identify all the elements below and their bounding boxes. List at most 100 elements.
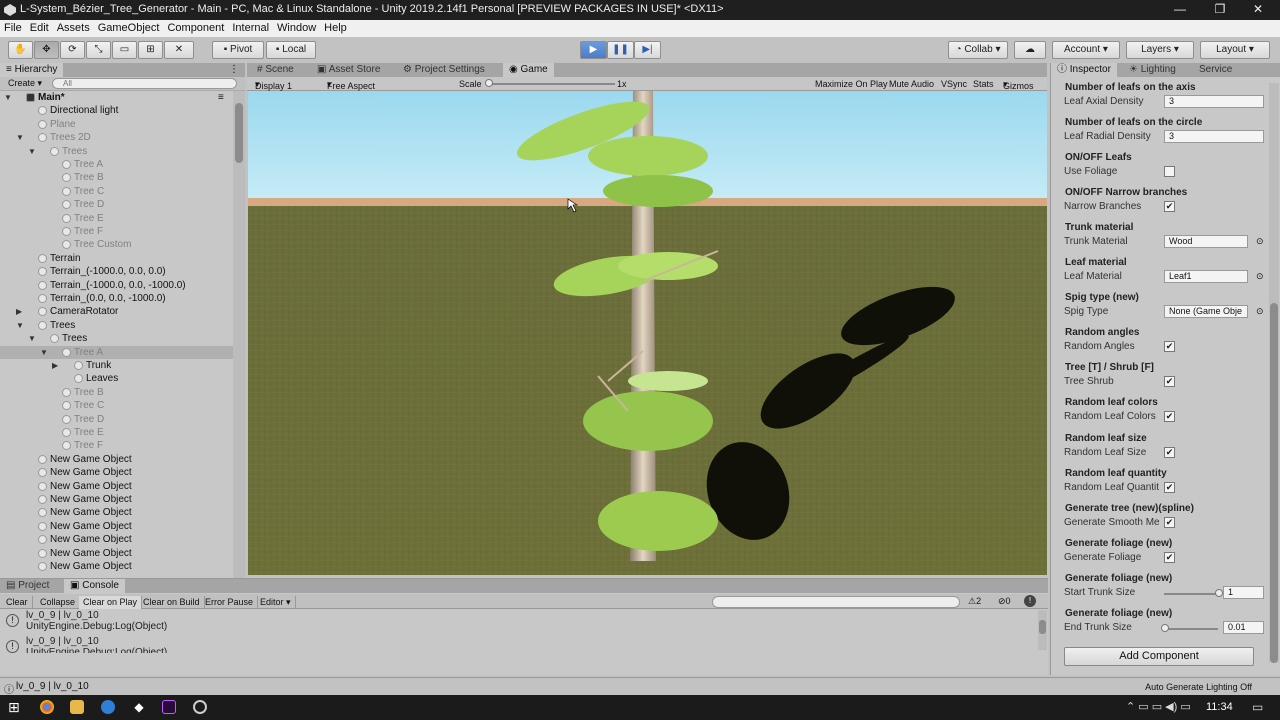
notification-icon[interactable]: ▭	[1252, 700, 1263, 714]
collab-dropdown[interactable]: ◔ Collab ▾	[948, 41, 1008, 59]
hierarchy-item[interactable]: New Game Object	[0, 453, 233, 466]
gizmos-dropdown[interactable]: Gizmos ▾	[1003, 79, 1034, 91]
scale-slider[interactable]	[487, 83, 615, 85]
move-tool-icon[interactable]: ✥	[34, 41, 59, 59]
hierarchy-item[interactable]: Terrain	[0, 252, 233, 265]
expand-arrow-icon[interactable]: ▼	[40, 346, 50, 359]
warning-count[interactable]: ⚠2	[968, 596, 981, 607]
menu-edit[interactable]: Edit	[26, 20, 53, 34]
display-dropdown[interactable]: Display 1 ▾	[255, 79, 292, 91]
aspect-dropdown[interactable]: Free Aspect ▾	[327, 79, 375, 91]
vsync-toggle[interactable]: VSync	[941, 79, 967, 89]
property-checkbox[interactable]	[1164, 166, 1175, 178]
info-count-icon[interactable]: !	[1024, 595, 1036, 607]
tray-icons[interactable]: ⌃ ▭ ▭ ◀) ▭	[1126, 700, 1191, 713]
hierarchy-item[interactable]: Tree C	[0, 399, 233, 412]
tab-inspector[interactable]: ⓘ Inspector	[1051, 63, 1117, 77]
premiere-icon[interactable]	[162, 700, 176, 714]
menu-window[interactable]: Window	[273, 20, 320, 34]
property-checkbox[interactable]: ✔	[1164, 376, 1175, 388]
expand-arrow-icon[interactable]: ▼	[16, 131, 26, 144]
log-line[interactable]: lv_0_9 | lv_0_10	[26, 610, 99, 621]
account-dropdown[interactable]: Account ▾	[1052, 41, 1120, 59]
rect-tool-icon[interactable]: ▭	[112, 41, 137, 59]
game-view[interactable]	[248, 91, 1047, 575]
close-button[interactable]: ✕	[1238, 2, 1278, 16]
tab-project[interactable]: ▤ Project	[0, 579, 55, 593]
maximize-button[interactable]: ❐	[1200, 2, 1240, 16]
property-checkbox[interactable]: ✔	[1164, 551, 1175, 563]
clear-on-play-toggle[interactable]: Clear on Play	[79, 596, 143, 609]
pivot-toggle[interactable]: ▪ Pivot	[212, 41, 264, 59]
hierarchy-item[interactable]: Leaves	[0, 372, 233, 385]
expand-arrow-icon[interactable]: ▼	[16, 319, 26, 332]
hierarchy-item[interactable]: New Game Object	[0, 506, 233, 519]
hierarchy-item[interactable]: ▼ Trees	[0, 319, 233, 332]
menu-help[interactable]: Help	[320, 20, 351, 34]
clear-on-build-toggle[interactable]: Clear on Build	[139, 596, 205, 609]
tab-hierarchy[interactable]: ≡ Hierarchy	[0, 63, 64, 77]
object-field[interactable]: None (Game Obje	[1164, 305, 1248, 319]
menu-internal[interactable]: Internal	[228, 20, 273, 34]
property-checkbox[interactable]: ✔	[1164, 341, 1175, 353]
object-field[interactable]: Leaf1	[1164, 270, 1248, 284]
hierarchy-item[interactable]: Tree E	[0, 426, 233, 439]
scene-menu-icon[interactable]: ≡	[218, 91, 224, 104]
hierarchy-item[interactable]: Terrain_(0.0, 0.0, -1000.0)	[0, 292, 233, 305]
hierarchy-item[interactable]: Tree A	[0, 158, 233, 171]
property-checkbox[interactable]: ✔	[1164, 446, 1175, 458]
hierarchy-item[interactable]: Tree D	[0, 413, 233, 426]
mute-audio-toggle[interactable]: Mute Audio	[889, 79, 934, 89]
file-explorer-icon[interactable]	[70, 700, 84, 714]
step-button[interactable]: ▶|	[634, 41, 661, 59]
hierarchy-item[interactable]: ▼ Trees	[0, 332, 233, 345]
error-count[interactable]: ⊘0	[998, 596, 1011, 607]
unity-taskbar-icon[interactable]: ◆	[132, 700, 146, 714]
create-dropdown[interactable]: Create ▾	[8, 78, 42, 89]
panel-menu-icon[interactable]: ⋮	[229, 64, 239, 75]
layers-dropdown[interactable]: Layers ▾	[1126, 41, 1194, 59]
tab-asset-store[interactable]: ▣ Asset Store	[311, 63, 386, 77]
clock[interactable]: 11:34	[1206, 701, 1233, 713]
error-pause-toggle[interactable]: Error Pause	[201, 596, 259, 609]
hierarchy-item[interactable]: ▶ Trunk	[0, 359, 233, 372]
tab-scene[interactable]: # Scene	[251, 63, 300, 77]
console-scrollbar[interactable]	[1038, 610, 1047, 650]
property-checkbox[interactable]: ✔	[1164, 201, 1175, 213]
log-line-detail[interactable]: UnityEngine.Debug:Log(Object)	[26, 647, 167, 653]
property-checkbox[interactable]: ✔	[1164, 516, 1175, 528]
inspector-scroll-thumb[interactable]	[1270, 303, 1278, 663]
hierarchy-item[interactable]: New Game Object	[0, 480, 233, 493]
menu-gameobject[interactable]: GameObject	[94, 20, 164, 34]
object-field[interactable]: Wood	[1164, 235, 1248, 249]
tab-project-settings[interactable]: ⚙ Project Settings	[397, 63, 491, 77]
collapse-arrow-icon[interactable]: ▶	[16, 305, 26, 318]
play-button[interactable]: ▶	[580, 41, 607, 59]
rotate-tool-icon[interactable]: ⟳	[60, 41, 85, 59]
collapse-arrow-icon[interactable]: ▶	[52, 359, 62, 372]
expand-arrow-icon[interactable]: ▼	[28, 332, 38, 345]
slider-track[interactable]	[1164, 592, 1218, 595]
clear-button[interactable]: Clear	[2, 596, 33, 609]
console-scroll-thumb[interactable]	[1039, 620, 1046, 634]
collapse-toggle[interactable]: Collapse	[36, 596, 81, 609]
hierarchy-item[interactable]: ▶ CameraRotator	[0, 305, 233, 318]
hierarchy-item[interactable]: New Game Object	[0, 493, 233, 506]
console-search-input[interactable]	[712, 596, 960, 608]
hierarchy-scrollbar[interactable]	[233, 91, 245, 578]
hierarchy-item[interactable]: ▼ Trees	[0, 145, 233, 158]
chrome-icon[interactable]	[40, 700, 54, 714]
maximize-on-play-toggle[interactable]: Maximize On Play	[815, 79, 888, 89]
property-checkbox[interactable]: ✔	[1164, 411, 1175, 423]
hierarchy-item[interactable]: New Game Object	[0, 466, 233, 479]
windows-start-icon[interactable]: ⊞	[8, 699, 20, 716]
hierarchy-scroll-thumb[interactable]	[235, 103, 243, 163]
hierarchy-item[interactable]: Terrain_(-1000.0, 0.0, 0.0)	[0, 265, 233, 278]
tab-console[interactable]: ▣ Console	[64, 579, 125, 593]
expand-arrow-icon[interactable]: ▼	[28, 145, 38, 158]
slider-track[interactable]	[1164, 627, 1218, 630]
slider-handle[interactable]	[1215, 588, 1223, 597]
transform-tool-icon[interactable]: ⊞	[138, 41, 163, 59]
status-message[interactable]: lv_0_9 | lv_0_10	[16, 681, 89, 692]
hierarchy-item[interactable]: Tree Custom	[0, 238, 233, 251]
